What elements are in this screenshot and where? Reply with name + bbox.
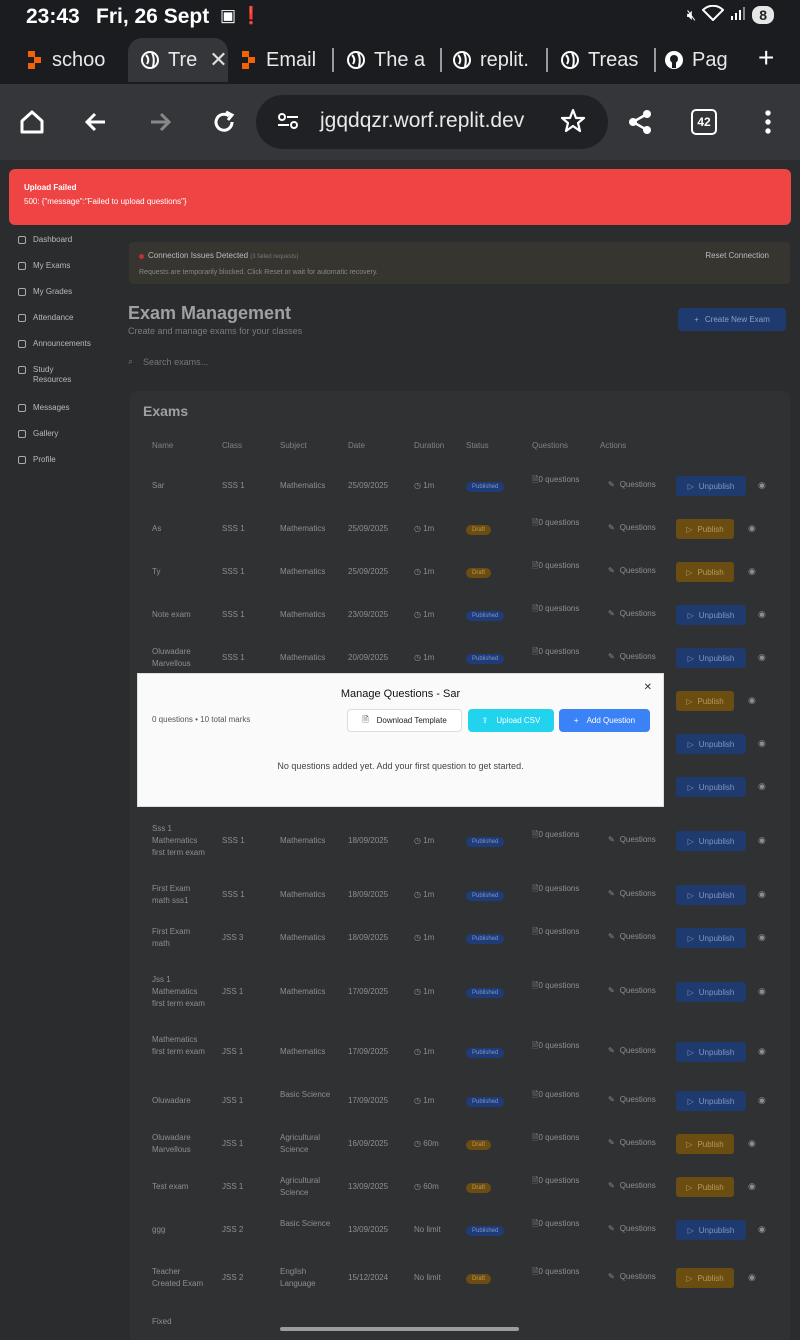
file-icon: 🗎︎ [362, 714, 369, 724]
github-icon [664, 50, 684, 70]
globe-icon [452, 50, 472, 70]
url-text: jgqdqzr.worf.replit.dev [320, 109, 525, 132]
add-question-button[interactable]: + Add Question [559, 709, 650, 732]
tab-label: replit. [480, 48, 529, 71]
tab-label: Email [266, 48, 317, 71]
gesture-bar[interactable] [280, 1327, 519, 1331]
forward-button[interactable] [140, 102, 180, 142]
reload-button[interactable] [204, 102, 244, 142]
replit-icon [24, 50, 44, 70]
tab-count: 42 [691, 109, 717, 135]
tab-1[interactable]: Tre ✕ [128, 38, 228, 82]
home-button[interactable] [12, 102, 52, 142]
dialog-title: Manage Questions - Sar [340, 688, 461, 700]
browser-toolbar: jgqdqzr.worf.replit.dev 42 [0, 84, 800, 160]
tab-2[interactable]: Email [238, 38, 328, 82]
tab-5[interactable]: Treas [560, 38, 650, 82]
close-tab-icon[interactable]: ✕ [209, 47, 227, 73]
download-template-button[interactable]: 🗎︎ Download Template [347, 709, 462, 732]
empty-state-message: No questions added yet. Add your first q… [277, 761, 524, 771]
tab-label: Tre [168, 48, 198, 71]
back-arrow-icon [84, 112, 105, 132]
menu-button[interactable] [748, 102, 788, 142]
tab-4[interactable]: replit. [452, 38, 542, 82]
replit-icon [238, 50, 258, 70]
upload-csv-label: Upload CSV [496, 716, 541, 725]
notification-icons: ▣ ❗ [220, 6, 262, 25]
share-button[interactable] [620, 102, 660, 142]
back-button[interactable] [76, 102, 116, 142]
home-icon [20, 110, 44, 134]
upload-csv-button[interactable]: ⇪ Upload CSV [468, 709, 554, 732]
globe-icon [346, 50, 366, 70]
close-icon[interactable]: ✕ [644, 682, 652, 693]
globe-icon [560, 50, 580, 70]
tab-6[interactable]: Pag [664, 38, 734, 82]
tab-label: The a [374, 48, 426, 71]
status-bar: 23:43 Fri, 26 Sept ▣ ❗ 🔇︎ 8 [0, 0, 800, 34]
status-time: 23:43 [26, 5, 80, 28]
reload-icon [214, 110, 235, 132]
status-date: Fri, 26 Sept [96, 5, 210, 28]
download-template-label: Download Template [376, 716, 447, 725]
bookmark-star-icon[interactable] [560, 108, 586, 139]
forward-arrow-icon [151, 112, 172, 132]
tab-label: Treas [588, 48, 639, 71]
manage-questions-dialog: Manage Questions - Sar ✕ 0 questions • 1… [137, 673, 664, 807]
site-settings-icon[interactable] [276, 109, 300, 138]
tab-separator [546, 48, 548, 72]
upload-icon: ⇪ [481, 716, 489, 725]
tab-separator [440, 48, 442, 72]
add-question-label: Add Question [586, 716, 636, 725]
signal-icon [730, 5, 746, 25]
address-bar[interactable]: jgqdqzr.worf.replit.dev [256, 95, 608, 149]
tab-0[interactable]: schoo [24, 38, 120, 82]
battery-icon: 8 [752, 6, 774, 24]
question-summary: 0 questions • 10 total marks [152, 715, 251, 724]
tab-separator [654, 48, 656, 72]
tab-separator [332, 48, 334, 72]
plus-icon: + [573, 716, 579, 725]
tab-label: Pag [692, 48, 728, 71]
new-tab-button[interactable]: + [758, 42, 774, 74]
tab-strip: schoo Tre ✕ Email The a replit. Treas Pag + [0, 34, 800, 84]
tab-switcher-button[interactable]: 42 [684, 102, 724, 142]
wifi-icon [701, 4, 725, 25]
globe-icon [140, 50, 160, 70]
system-icons: 🔇︎ 8 [686, 4, 774, 25]
share-icon [629, 110, 651, 134]
mute-icon: 🔇︎ [686, 6, 697, 24]
more-vert-icon [765, 110, 771, 134]
tab-label: schoo [52, 48, 106, 71]
tab-3[interactable]: The a [346, 38, 436, 82]
